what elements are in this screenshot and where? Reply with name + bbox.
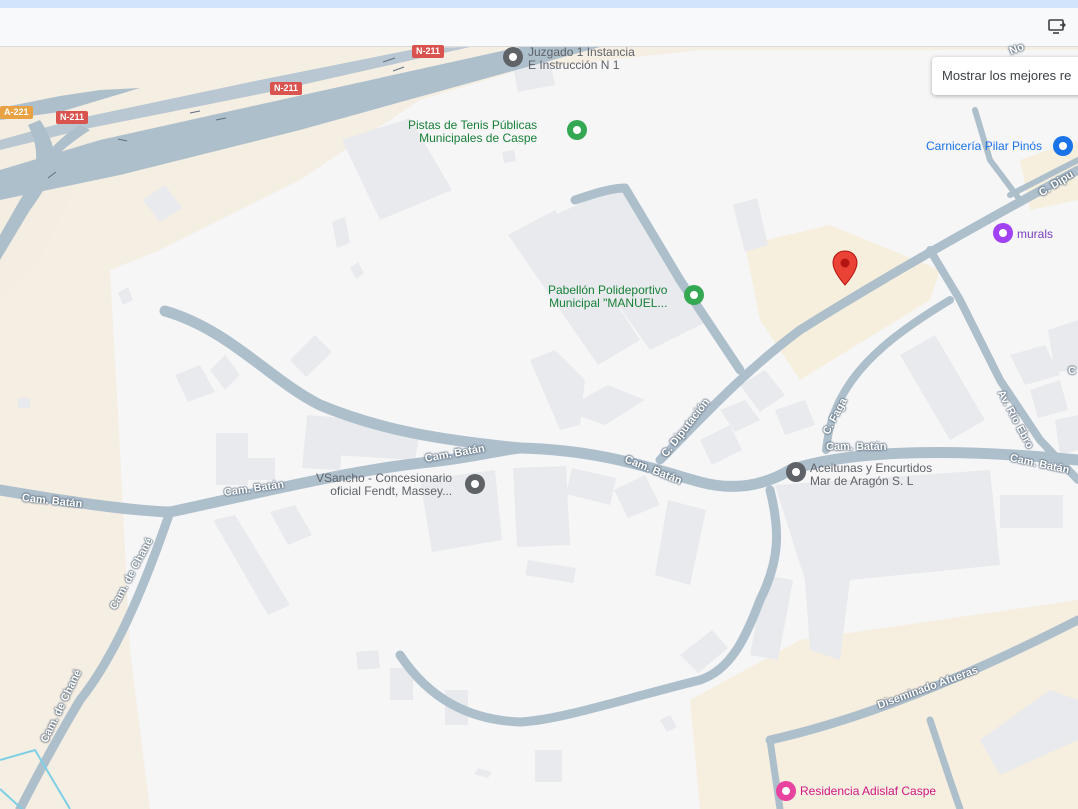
highway-shield: N-211 (412, 45, 445, 58)
camera-pin-icon[interactable] (993, 223, 1013, 243)
highway-shield: A-221 (0, 106, 33, 119)
poi-murals-label[interactable]: murals (1017, 228, 1053, 241)
show-best-button[interactable]: Mostrar los mejores re (932, 57, 1078, 95)
poi-juzgado-label[interactable]: Juzgado 1 Instancia E Instrucción N 1 (528, 46, 635, 72)
lodging-pin-icon[interactable] (776, 781, 796, 801)
poi-vsancho-label[interactable]: VSancho - Concesionario oficial Fendt, M… (316, 472, 452, 498)
shopping-pin-icon[interactable] (1053, 136, 1073, 156)
poi-residencia-label[interactable]: Residencia Adislaf Caspe (800, 785, 936, 798)
poi-carniceria-label[interactable]: Carnicería Pilar Pinós (926, 140, 1042, 153)
street-label: C (1068, 365, 1076, 377)
highway-shield: N-211 (56, 111, 89, 124)
poi-tenis-label[interactable]: Pistas de Tenis Públicas Municipales de … (408, 119, 537, 145)
park-pin-icon[interactable] (567, 120, 587, 140)
street-label: Cam. Batán (826, 441, 887, 453)
location-marker-icon[interactable] (832, 250, 858, 286)
courthouse-pin-icon[interactable] (503, 47, 523, 67)
poi-pabellon-label[interactable]: Pabellón Polideportivo Municipal "MANUEL… (548, 284, 667, 310)
business-pin-icon[interactable] (465, 474, 485, 494)
business-pin-icon[interactable] (786, 462, 806, 482)
highway-shield: N-211 (270, 82, 303, 95)
top-accent-strip (0, 0, 1078, 8)
toolbar (0, 8, 1078, 47)
poi-aceitunas-label[interactable]: Aceitunas y Encurtidos Mar de Aragón S. … (810, 462, 932, 488)
park-pin-icon[interactable] (684, 285, 704, 305)
screen-share-icon[interactable] (1046, 16, 1068, 38)
